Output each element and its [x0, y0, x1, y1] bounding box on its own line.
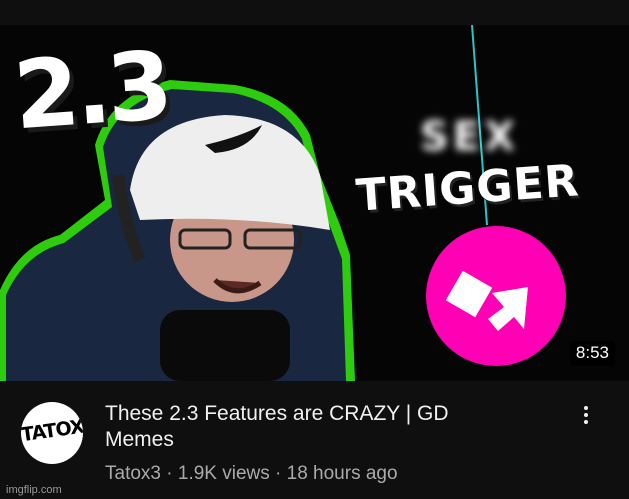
channel-name[interactable]: Tatox3	[105, 463, 161, 484]
thumbnail-headline: 2.3	[10, 31, 173, 152]
video-duration-badge: 8:53	[569, 341, 615, 366]
thumbnail-blurred-word: SEX	[420, 114, 519, 160]
watermark: imgflip.com	[6, 484, 62, 496]
upload-age: 18 hours ago	[286, 463, 398, 484]
more-options-icon[interactable]	[576, 403, 596, 429]
channel-avatar[interactable]: TATOX3	[21, 402, 83, 464]
video-thumbnail[interactable]: 2.3 SEX TRIGGER 8:53	[0, 25, 629, 381]
video-title-line2: Memes	[105, 428, 174, 451]
meta-separator: ·	[166, 463, 173, 484]
view-count: 1.9K views	[177, 463, 270, 484]
video-metadata: Tatox3 · 1.9K views · 18 hours ago	[105, 463, 398, 485]
video-title[interactable]: These 2.3 Features are CRAZY | GD Memes	[105, 401, 525, 453]
video-info-row: TATOX3 These 2.3 Features are CRAZY | GD…	[0, 381, 629, 499]
top-bar	[0, 0, 629, 25]
meta-separator: ·	[275, 463, 282, 484]
avatar-logo-text: TATOX3	[21, 413, 83, 447]
video-title-line1: These 2.3 Features are CRAZY | GD	[105, 402, 449, 425]
